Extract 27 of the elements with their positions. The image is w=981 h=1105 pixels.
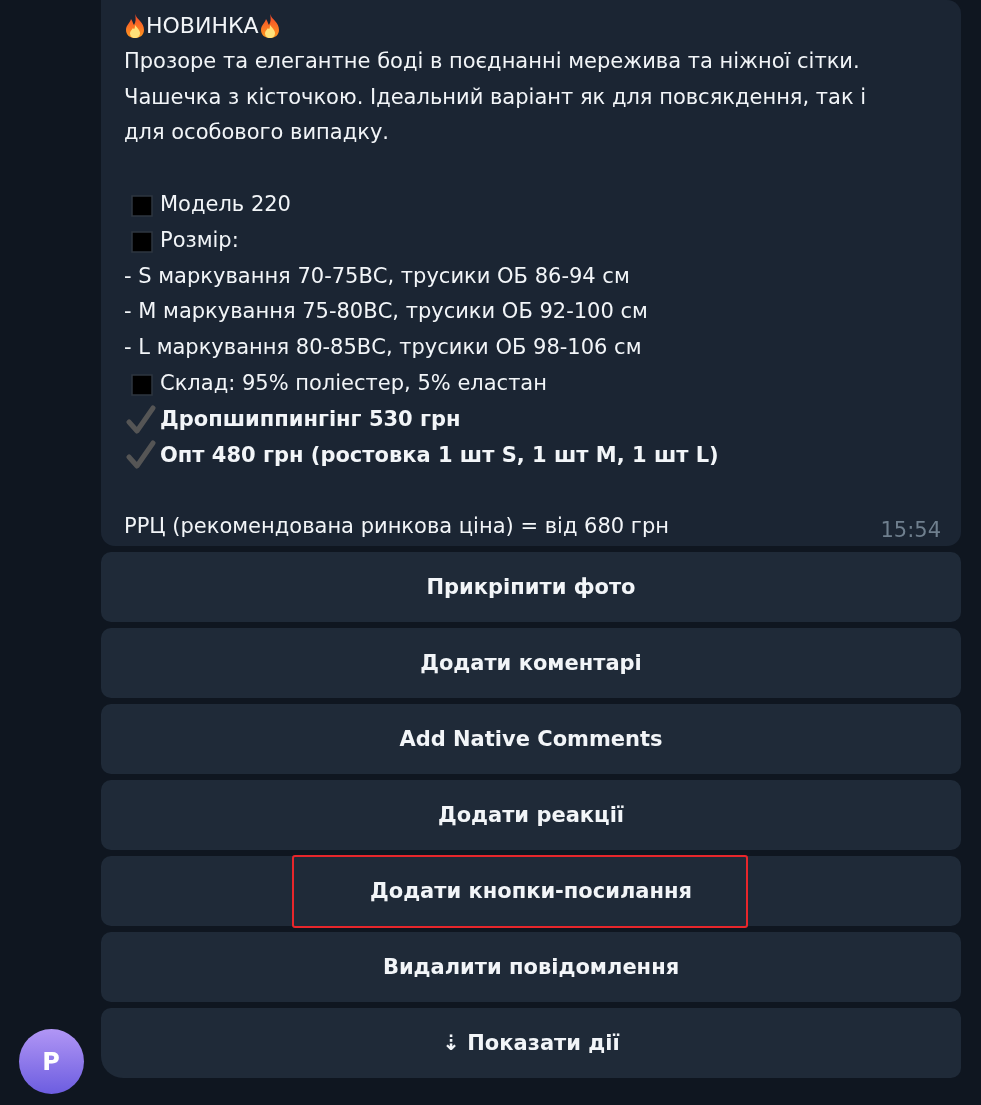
message-time: 15:54 [880, 518, 941, 542]
message-line: - M маркування 75-80ВС, трусики ОБ 92-100 см [124, 298, 648, 326]
message-line: Опт 480 грн (ростовка 1 шт S, 1 шт M, 1 шт L) [160, 441, 719, 469]
message-line: Розмір: [160, 226, 239, 254]
square-icon [130, 371, 154, 396]
fire-icon [124, 12, 146, 39]
inline-button[interactable]: Додати кнопки-посилання [101, 856, 961, 926]
user-avatar: P [18, 1029, 84, 1094]
message-line: - L маркування 80-85ВС, трусики ОБ 98-106 см [124, 334, 642, 362]
message-paragraph: Прозоре та елегантне боді в поєднанні мережива та ніжної сітки. Чашечка з кісточкою. Ідеальний варіант як для повсякдення, так і для особового випадку. [124, 47, 868, 147]
inline-button[interactable]: ⇣ Показати дії [101, 1008, 961, 1078]
message-line: Дропшиппингінг 530 грн [160, 405, 461, 433]
square-icon [130, 192, 154, 217]
message-line: - S маркування 70-75ВС, трусики ОБ 86-94 см [124, 262, 630, 290]
message-line: Модель 220 [160, 191, 291, 218]
inline-button[interactable]: Видалити повідомлення [101, 932, 961, 1002]
inline-button[interactable]: Add Native Comments [101, 704, 961, 774]
message-heading: НОВИНКА [146, 12, 259, 40]
fire-icon [258, 12, 281, 39]
inline-button[interactable]: Додати реакції [101, 780, 961, 850]
inline-button[interactable]: Додати коментарі [101, 628, 961, 698]
inline-button[interactable]: Прикріпити фото [101, 552, 961, 622]
check-icon [126, 404, 156, 435]
message-line: Склад: 95% поліестер, 5% еластан [160, 369, 547, 397]
check-icon [126, 440, 156, 471]
message-line: РРЦ (рекомендована ринкова ціна) = від 680 грн [124, 513, 669, 541]
square-icon [130, 228, 154, 253]
